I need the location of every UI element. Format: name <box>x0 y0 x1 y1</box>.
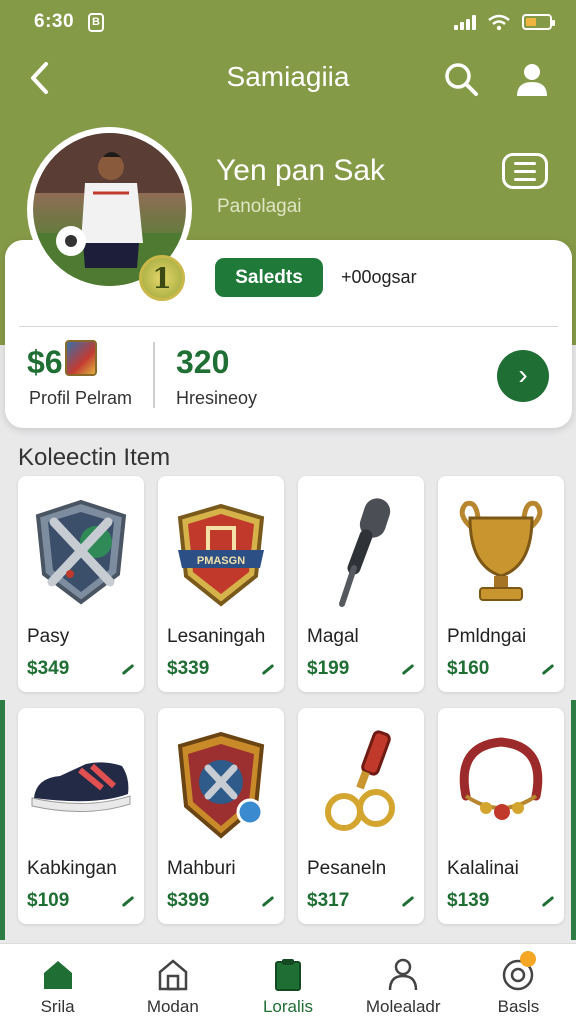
rank-badge: 1 <box>139 255 185 301</box>
check-icon <box>261 895 275 908</box>
collection-item[interactable]: Pesaneln $317 <box>298 708 424 924</box>
signal-icon <box>454 14 476 30</box>
stat-value: $6 <box>27 344 63 380</box>
tab-basls[interactable]: Basls <box>461 944 576 1024</box>
collection-item[interactable]: Kabkingan $109 <box>18 708 144 924</box>
check-icon <box>261 663 275 676</box>
scroll-edge-indicator <box>571 700 576 940</box>
emblem-shield-icon <box>177 731 265 839</box>
tab-home[interactable]: Srila <box>0 944 115 1024</box>
status-bar: 6:30 B <box>0 0 576 44</box>
collection-item[interactable]: Mahburi $399 <box>158 708 284 924</box>
page-title: Samiagiia <box>226 61 350 92</box>
item-price: $317 <box>307 890 350 911</box>
bracelet-icon <box>459 737 543 820</box>
item-price: $139 <box>447 890 490 911</box>
home-icon <box>43 961 72 989</box>
item-price: $339 <box>167 658 210 679</box>
collection-item[interactable]: Pmldngai $160 <box>438 476 564 692</box>
stat-label: Profil Pelram <box>29 388 133 408</box>
item-price: $160 <box>447 658 490 679</box>
item-price: $399 <box>167 890 210 911</box>
clipboard-icon <box>275 959 301 991</box>
stat-separator <box>153 342 155 408</box>
trophy-cup-icon <box>459 500 543 601</box>
collection-item[interactable]: Pasy $349 <box>18 476 144 692</box>
status-time: 6:30 <box>34 11 75 32</box>
profile-name: Yen pan Sak <box>216 154 386 187</box>
search-icon[interactable] <box>442 60 480 98</box>
item-name: Lesaningah <box>167 626 266 647</box>
check-icon <box>121 663 135 676</box>
item-name: Pesaneln <box>307 858 387 879</box>
check-icon <box>541 895 555 908</box>
building-icon <box>158 959 188 991</box>
stat-value: 320 <box>176 344 230 380</box>
collection-item[interactable]: Magal $199 <box>298 476 424 692</box>
app-notification-icon: B <box>88 12 105 32</box>
check-icon <box>401 895 415 908</box>
check-icon <box>541 663 555 676</box>
collection-item[interactable]: Kalalinai $139 <box>438 708 564 924</box>
card-divider <box>19 326 558 327</box>
tab-label: Molealadr <box>365 997 441 1016</box>
menu-icon[interactable] <box>502 153 548 189</box>
tab-molealadr[interactable]: Molealadr <box>346 944 461 1024</box>
item-name: Magal <box>307 626 359 647</box>
section-title: Koleectin Item <box>18 444 171 471</box>
battery-icon <box>522 14 555 30</box>
wifi-icon <box>488 14 510 30</box>
item-name: Kalalinai <box>447 858 519 879</box>
back-arrow-icon[interactable] <box>22 58 62 98</box>
select-button[interactable]: Saledts <box>215 258 323 297</box>
tab-label: Loralis <box>262 997 314 1016</box>
item-name: Pasy <box>27 626 70 647</box>
crest-text: PMASGN <box>197 555 245 567</box>
top-nav-bar: Samiagiia <box>0 52 576 104</box>
person-icon <box>388 958 418 991</box>
collection-item[interactable]: PMASGN Lesaningah $339 <box>158 476 284 692</box>
item-name: Kabkingan <box>27 858 117 879</box>
item-name: Mahburi <box>167 858 236 879</box>
tab-label: Basls <box>497 997 540 1016</box>
tab-loralis[interactable]: Loralis <box>230 944 345 1024</box>
profile-badge-icon <box>65 340 97 376</box>
bottom-nav: Srila Modan Loralis Molealadr Basls <box>0 943 576 1024</box>
scroll-edge-indicator <box>0 700 5 940</box>
user-icon[interactable] <box>512 60 552 100</box>
follow-count: +00ogsar <box>341 267 417 287</box>
chevron-right-icon[interactable]: › <box>497 350 549 402</box>
check-icon <box>121 895 135 908</box>
notification-badge <box>520 951 536 967</box>
item-price: $199 <box>307 658 350 679</box>
item-price: $109 <box>27 890 70 911</box>
stat-label: Hresineoy <box>176 388 258 408</box>
check-icon <box>401 663 415 676</box>
tab-label: Modan <box>146 997 199 1016</box>
sneaker-icon <box>31 762 131 813</box>
shield-crossed-icon <box>35 499 127 605</box>
profile-subtitle: Panolagai <box>217 196 302 217</box>
item-name: Pmldngai <box>447 626 527 647</box>
microphone-icon <box>339 498 391 607</box>
tab-modan[interactable]: Modan <box>115 944 230 1024</box>
tab-label: Srila <box>40 997 75 1016</box>
crest-badge-icon: PMASGN <box>177 503 265 607</box>
item-price: $349 <box>27 658 70 679</box>
whistle-rings-icon <box>325 730 395 831</box>
